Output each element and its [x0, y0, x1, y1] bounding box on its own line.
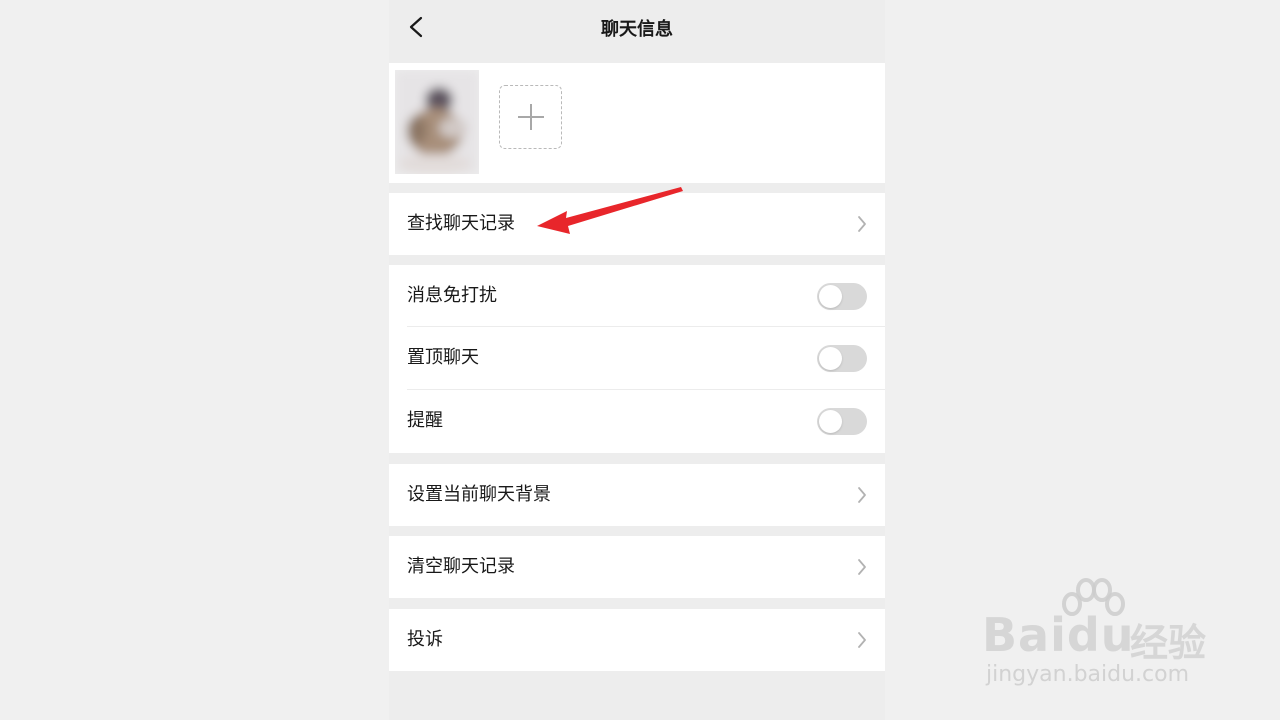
- chevron-right-icon: [858, 559, 866, 575]
- background-row[interactable]: 设置当前聊天背景: [389, 464, 885, 526]
- remind-label: 提醒: [407, 410, 443, 431]
- avatar[interactable]: [395, 70, 479, 174]
- toggle-knob: [819, 347, 842, 370]
- navbar: 聊天信息: [389, 0, 885, 55]
- members-section: [389, 63, 885, 183]
- background-group: 设置当前聊天背景: [389, 464, 885, 526]
- watermark-product: 经验: [1130, 621, 1207, 665]
- watermark: Baidu 经验 jingyan.baidu.com: [980, 578, 1240, 698]
- report-group: 投诉: [389, 609, 885, 671]
- pin-label: 置顶聊天: [407, 347, 479, 368]
- toggle-knob: [819, 285, 842, 308]
- search-history-label: 查找聊天记录: [407, 213, 515, 234]
- clear-history-row[interactable]: 清空聊天记录: [389, 536, 885, 598]
- mute-toggle[interactable]: [817, 283, 867, 310]
- background-label: 设置当前聊天背景: [407, 484, 551, 505]
- mute-label: 消息免打扰: [407, 285, 497, 306]
- watermark-url: jingyan.baidu.com: [986, 662, 1190, 687]
- page-title: 聊天信息: [601, 19, 673, 40]
- clear-history-group: 清空聊天记录: [389, 536, 885, 598]
- settings-toggle-group: 消息免打扰 置顶聊天 提醒: [389, 265, 885, 453]
- pin-row: 置顶聊天: [389, 327, 885, 390]
- remind-toggle[interactable]: [817, 408, 867, 435]
- toggle-knob: [819, 410, 842, 433]
- chevron-right-icon: [858, 216, 866, 232]
- chevron-right-icon: [858, 487, 866, 503]
- report-row[interactable]: 投诉: [389, 609, 885, 671]
- chevron-right-icon: [858, 632, 866, 648]
- report-label: 投诉: [407, 629, 443, 650]
- pin-toggle[interactable]: [817, 345, 867, 372]
- plus-icon: [518, 104, 544, 130]
- mute-row: 消息免打扰: [389, 265, 885, 327]
- add-member-button[interactable]: [499, 85, 562, 149]
- search-history-row[interactable]: 查找聊天记录: [389, 193, 885, 255]
- chat-info-screen: 聊天信息 查找聊天记录 消息免打扰 置顶聊天 提醒 设置当前聊天背景 清空聊天记…: [389, 0, 885, 720]
- clear-history-label: 清空聊天记录: [407, 556, 515, 577]
- watermark-brand: Baidu: [982, 608, 1135, 662]
- remind-row: 提醒: [389, 390, 885, 453]
- search-history-group: 查找聊天记录: [389, 193, 885, 255]
